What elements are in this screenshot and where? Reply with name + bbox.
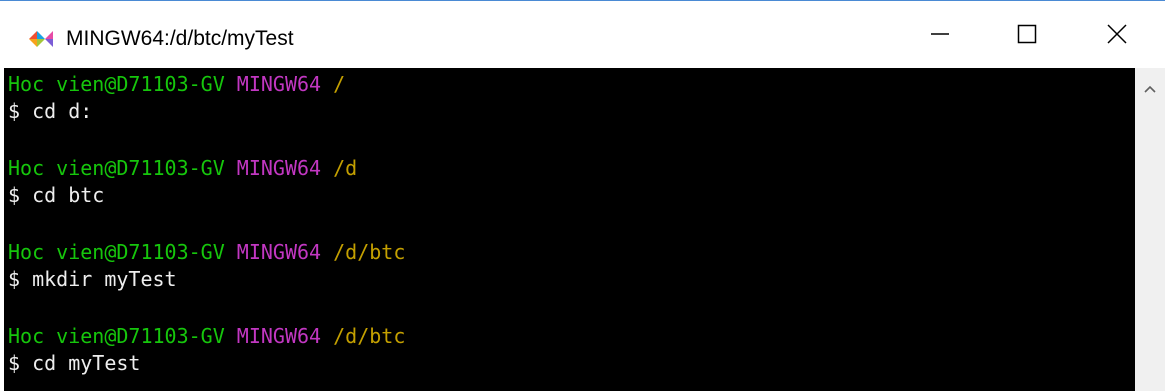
command-line: $ cd d: <box>8 99 93 123</box>
scroll-up-button[interactable] <box>1135 78 1165 102</box>
prompt-env: MINGW64 <box>236 156 322 180</box>
prompt-env: MINGW64 <box>236 240 322 264</box>
command-line: $ mkdir myTest <box>8 267 177 291</box>
prompt-user: Hoc vien@D71103-GV <box>8 72 225 96</box>
close-icon <box>1107 23 1127 49</box>
prompt-line: Hoc vien@D71103-GV MINGW64 /d <box>8 155 357 181</box>
prompt-user: Hoc vien@D71103-GV <box>8 156 225 180</box>
terminal-window: MINGW64:/d/btc/myTest Hoc vien@D71103-GV… <box>0 0 1165 391</box>
prompt-path: /d <box>333 156 358 180</box>
git-icon <box>25 27 57 51</box>
command-line: $ cd myTest <box>8 351 141 375</box>
prompt-path: /d/btc <box>333 324 406 348</box>
prompt-user: Hoc vien@D71103-GV <box>8 324 225 348</box>
close-button[interactable] <box>1075 3 1159 69</box>
vertical-scrollbar[interactable] <box>1135 68 1165 391</box>
chevron-up-icon <box>1143 81 1157 99</box>
maximize-button[interactable] <box>985 3 1069 69</box>
prompt-env: MINGW64 <box>236 324 322 348</box>
minimize-button[interactable] <box>898 3 982 69</box>
prompt-line: Hoc vien@D71103-GV MINGW64 /d/btc <box>8 239 405 265</box>
maximize-icon <box>1017 24 1037 49</box>
terminal-output[interactable]: Hoc vien@D71103-GV MINGW64 / $ cd d: Hoc… <box>4 68 1135 391</box>
prompt-path: /d/btc <box>333 240 406 264</box>
prompt-user: Hoc vien@D71103-GV <box>8 240 225 264</box>
command-line: $ cd btc <box>8 183 105 207</box>
minimize-icon <box>930 24 950 49</box>
title-bar[interactable]: MINGW64:/d/btc/myTest <box>0 2 1165 68</box>
prompt-line: Hoc vien@D71103-GV MINGW64 / <box>8 71 345 97</box>
window-title: MINGW64:/d/btc/myTest <box>66 27 294 50</box>
prompt-env: MINGW64 <box>236 72 322 96</box>
prompt-path: / <box>333 72 346 96</box>
prompt-line: Hoc vien@D71103-GV MINGW64 /d/btc <box>8 323 405 349</box>
